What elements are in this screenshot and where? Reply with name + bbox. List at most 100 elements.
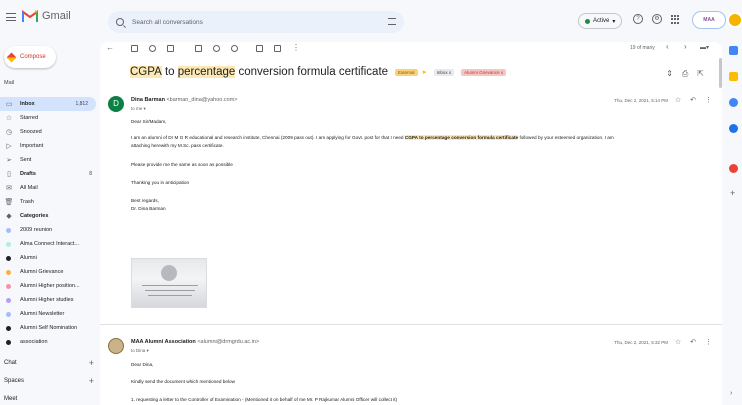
subject-part: percentage [177,66,236,78]
alumni-grievance-tag[interactable]: Alumni Grievance x [461,68,507,76]
gmail-m-icon [22,10,38,22]
sidebar-item-trash[interactable]: 🗑 Trash [0,195,100,209]
body-paragraph: I am an alumni of Dr M G R educational a… [131,135,614,140]
account-avatar[interactable] [727,12,742,28]
search-input[interactable]: Search all conversations [132,19,203,26]
open-new-window-icon[interactable]: ⇱ [697,69,704,79]
body-signature: Dr. Dina Barman [131,206,166,211]
label-color-icon [6,311,11,317]
sidebar-label-alumni-newsletter[interactable]: Alumni Newsletter [0,307,100,321]
snooze-icon[interactable] [213,45,220,52]
labels-icon[interactable] [274,45,281,52]
reply-icon[interactable]: ↶ [690,96,696,104]
chat-section[interactable]: Chat + [4,359,94,368]
search-options-icon[interactable] [388,18,396,25]
recipient-toggle[interactable]: to me ▾ [131,106,146,112]
sidebar-label-alumni-self-nomination[interactable]: Alumni Self Nomination [0,321,100,335]
spaces-section[interactable]: Spaces + [4,377,94,386]
sidebar-item-categories[interactable]: ◆ Categories [0,209,100,223]
move-to-icon[interactable] [256,45,263,52]
body-greeting: Dear Sir/Madam, [131,119,167,124]
sender-line[interactable]: MAA Alumni Association <alumni@drmgrdu.a… [131,339,259,345]
sidebar-label-alumni-higher-position[interactable]: Alumni Higher position... [0,279,100,293]
send-icon: ➢ [6,157,12,164]
message-toolbar: ← ⋮ 19 of many ‹ › ▬▾ [100,42,722,56]
compose-button[interactable]: Compose [4,46,56,68]
gmail-logo[interactable]: Gmail [22,10,71,22]
sender-avatar[interactable]: D [108,96,124,112]
archive-icon[interactable] [131,45,138,52]
star-icon[interactable]: ☆ [675,96,681,104]
organization-logo[interactable]: MAA [692,11,726,29]
apps-icon[interactable] [671,15,680,24]
importance-icon[interactable]: ➤ [422,69,427,76]
subject-part: to [161,66,178,78]
attachment-thumbnail[interactable] [131,258,207,308]
search-bar[interactable]: Search all conversations [108,11,404,33]
add-space-icon[interactable]: + [89,377,94,386]
sender-avatar[interactable] [108,338,124,354]
support-icon[interactable]: ? [633,14,643,24]
status-selector[interactable]: Active ▾ [578,13,623,29]
sidebar-label-alumni-higher-studies[interactable]: Alumni Higher studies [0,293,100,307]
sidebar-item-important[interactable]: ▷ Important [0,139,100,153]
inbox-icon: ▭ [5,101,13,108]
label-color-icon [6,325,11,331]
contacts-icon[interactable] [729,124,738,133]
mark-unread-icon[interactable] [195,45,202,52]
calendar-icon[interactable] [729,46,738,55]
get-addons-icon[interactable]: + [730,188,735,198]
chevron-down-icon: ▾ [612,18,616,25]
sender-line[interactable]: Dina Barman <barman_dina@yahoo.com> [131,97,238,103]
meet-section[interactable]: Meet [4,396,94,402]
addon-icon[interactable] [729,164,738,173]
print-icon[interactable]: ⎙ [682,69,688,79]
expand-all-icon[interactable]: ⇕ [666,69,673,79]
newer-icon[interactable]: ‹ [666,42,669,51]
top-bar: Gmail Search all conversations Active ▾ … [0,0,742,42]
tasks-icon[interactable] [729,98,738,107]
sidebar: Compose Mail ▭ Inbox 1,812 ☆ Starred ◷ S… [0,42,100,405]
sidebar-item-sent[interactable]: ➢ Sent [0,153,100,167]
sidebar-label-alumni[interactable]: Alumni [0,251,100,265]
main-menu-icon[interactable] [6,13,16,21]
show-side-panel-icon[interactable]: › [730,390,732,397]
search-icon[interactable] [116,18,124,26]
recipient-toggle[interactable]: to Dina ▾ [131,348,149,354]
body-paragraph: attaching herewith my M.Sc. pass certifi… [131,143,224,148]
input-tools-icon[interactable]: ▬▾ [700,44,709,51]
mail-section-label: Mail [4,80,15,86]
delete-icon[interactable] [167,45,174,52]
sidebar-item-snoozed[interactable]: ◷ Snoozed [0,125,100,139]
more-options-icon[interactable]: ⋮ [705,96,712,104]
sidebar-item-all-mail[interactable]: ✉ All Mail [0,181,100,195]
label-color-icon [6,269,11,275]
star-icon[interactable]: ☆ [675,338,681,346]
message-date: Thu, Dec 2, 2021, 5:14 PM [614,98,668,103]
add-chat-icon[interactable]: + [89,359,94,368]
star-icon: ☆ [5,115,13,122]
reply-icon[interactable]: ↶ [690,338,696,346]
back-arrow-icon[interactable]: ← [106,43,114,52]
keep-icon[interactable] [729,72,738,81]
more-options-icon[interactable]: ⋮ [705,338,712,346]
sidebar-item-drafts[interactable]: ▯ Drafts 8 [0,167,100,181]
more-options-icon[interactable]: ⋮ [292,43,300,52]
sender-email: <alumni@drmgrdu.ac.in> [197,339,260,345]
body-regards: Best regards, [131,198,159,203]
message-actions: ☆ ↶ ⋮ [675,96,712,104]
sidebar-label-alumni-grievance[interactable]: Alumni Grievance [0,265,100,279]
sidebar-label-alma-connect[interactable]: Alma Connect Interact... [0,237,100,251]
report-spam-icon[interactable] [149,45,156,52]
sidebar-label-2009-reunion[interactable]: 2009 reunion [0,223,100,237]
compose-label: Compose [20,54,46,60]
settings-icon[interactable]: ⚙ [652,14,662,24]
sidebar-item-inbox[interactable]: ▭ Inbox 1,812 [0,97,96,111]
label-color-icon [6,297,11,303]
add-task-icon[interactable] [231,45,238,52]
older-icon[interactable]: › [684,42,687,51]
label-color-icon [6,227,11,233]
sidebar-label-association[interactable]: association [0,335,100,349]
inbox-tag[interactable]: Inbox x [433,68,455,76]
sidebar-item-starred[interactable]: ☆ Starred [0,111,100,125]
